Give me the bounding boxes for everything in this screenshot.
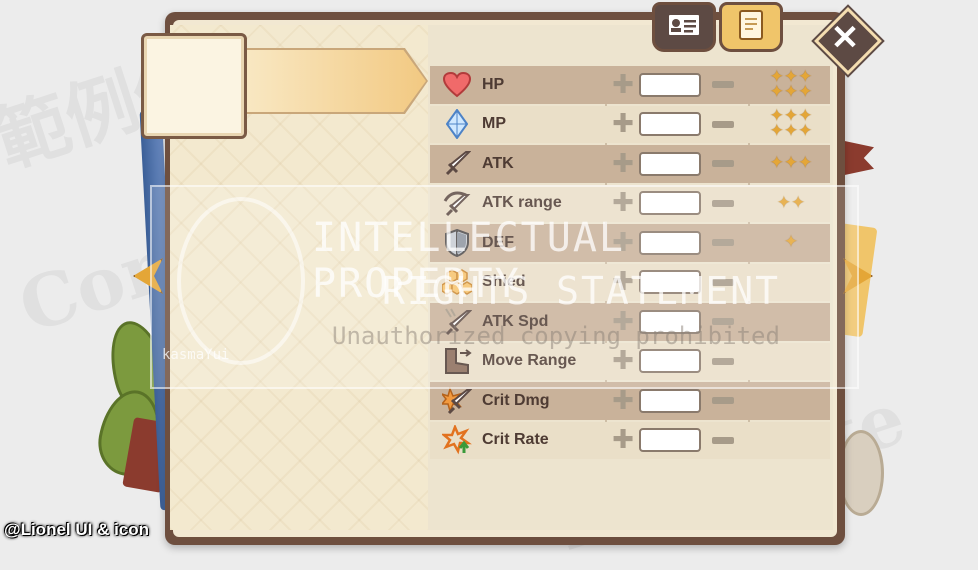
increase-button[interactable]: ✚ [612,348,634,374]
credit-text: @Lionel UI & icon [4,520,150,539]
stat-value-input[interactable] [639,428,701,453]
stat-row: DEF ✚ ✦ [430,224,830,262]
stat-label: MP [482,115,506,133]
stat-value-input[interactable] [639,270,701,295]
decrease-button[interactable] [712,120,734,128]
stat-label: Shied [482,273,526,291]
decrease-button[interactable] [712,436,734,444]
document-icon [737,9,765,45]
stat-label: ATK Spd [482,312,549,330]
stat-label: DEF [482,233,514,251]
stat-row: ATK ✚ ✦✦✦ [430,145,830,183]
decrease-button[interactable] [712,278,734,286]
stat-row: ATK range ✚ ✦✦ [430,184,830,222]
stat-value-input[interactable] [639,72,701,97]
stat-row: ATK Spd ✚ [430,303,830,341]
crystal-icon [442,109,472,140]
decrease-button[interactable] [712,397,734,404]
stat-value-input[interactable] [639,309,701,334]
stat-value-input[interactable] [639,151,701,176]
name-plate [238,50,426,112]
stat-value-input[interactable] [639,230,701,255]
stat-label: Move Range [482,352,577,370]
burst-sword-icon [442,386,472,416]
stat-row: Shied ✚ [430,263,830,301]
stat-row: Crit Dmg ✚ [430,382,830,420]
increase-button[interactable]: ✚ [612,230,634,256]
tab-id-card[interactable] [652,2,716,52]
id-card-icon [667,13,701,41]
increase-button[interactable]: ✚ [612,72,634,98]
boot-icon [442,346,472,376]
fast-sword-icon [442,307,472,337]
decrease-button[interactable] [712,239,734,246]
increase-button[interactable]: ✚ [612,151,634,177]
stat-value-input[interactable] [639,349,701,374]
honeycomb-icon [442,267,472,297]
increase-button[interactable]: ✚ [612,388,634,414]
rating-stars: ✦✦✦ ✦✦✦ [769,106,813,142]
decrease-button[interactable] [712,81,734,88]
stat-label: HP [482,75,505,93]
stat-label: ATK [482,154,514,172]
increase-button[interactable]: ✚ [612,309,634,335]
tab-document[interactable] [719,2,783,52]
increase-button[interactable]: ✚ [612,111,634,137]
shield-icon [442,228,472,258]
burst-up-icon [442,425,472,455]
stat-value-input[interactable] [639,112,701,137]
close-button[interactable]: ✕ [814,7,882,75]
stat-row: MP ✚ ✦✦✦ ✦✦✦ [430,105,830,143]
ribbon-bookmark [840,140,874,176]
stat-label: ATK range [482,194,562,212]
stat-value-input[interactable] [639,191,701,216]
increase-button[interactable]: ✚ [612,427,634,453]
stat-label: Crit Rate [482,431,549,449]
range-sword-icon [442,188,472,218]
increase-button[interactable]: ✚ [612,269,634,295]
rating-stars: ✦✦ [776,192,806,213]
stat-value-input[interactable] [639,388,701,413]
stat-row: Crit Rate ✚ [430,421,830,459]
stat-label: Crit Dmg [482,391,550,409]
rating-stars: ✦✦✦ [769,153,813,174]
stat-row: Move Range ✚ [430,342,830,380]
character-portrait[interactable] [141,33,247,139]
decrease-button[interactable] [712,357,734,365]
close-icon: ✕ [830,19,860,57]
rating-stars: ✦ [783,232,799,253]
heart-icon [442,70,472,100]
decrease-button[interactable] [712,199,734,207]
rating-stars: ✦✦✦ ✦✦✦ [769,66,813,102]
stat-row: HP ✚ ✦✦✦ ✦✦✦ [430,66,830,104]
decrease-button[interactable] [712,160,734,167]
increase-button[interactable]: ✚ [612,190,634,216]
decrease-button[interactable] [712,318,734,325]
stats-list: HP ✚ ✦✦✦ ✦✦✦ MP ✚ ✦✦✦ ✦✦✦ ATK ✚ ✦✦✦ ATK … [430,66,830,461]
sword-icon [442,149,472,179]
